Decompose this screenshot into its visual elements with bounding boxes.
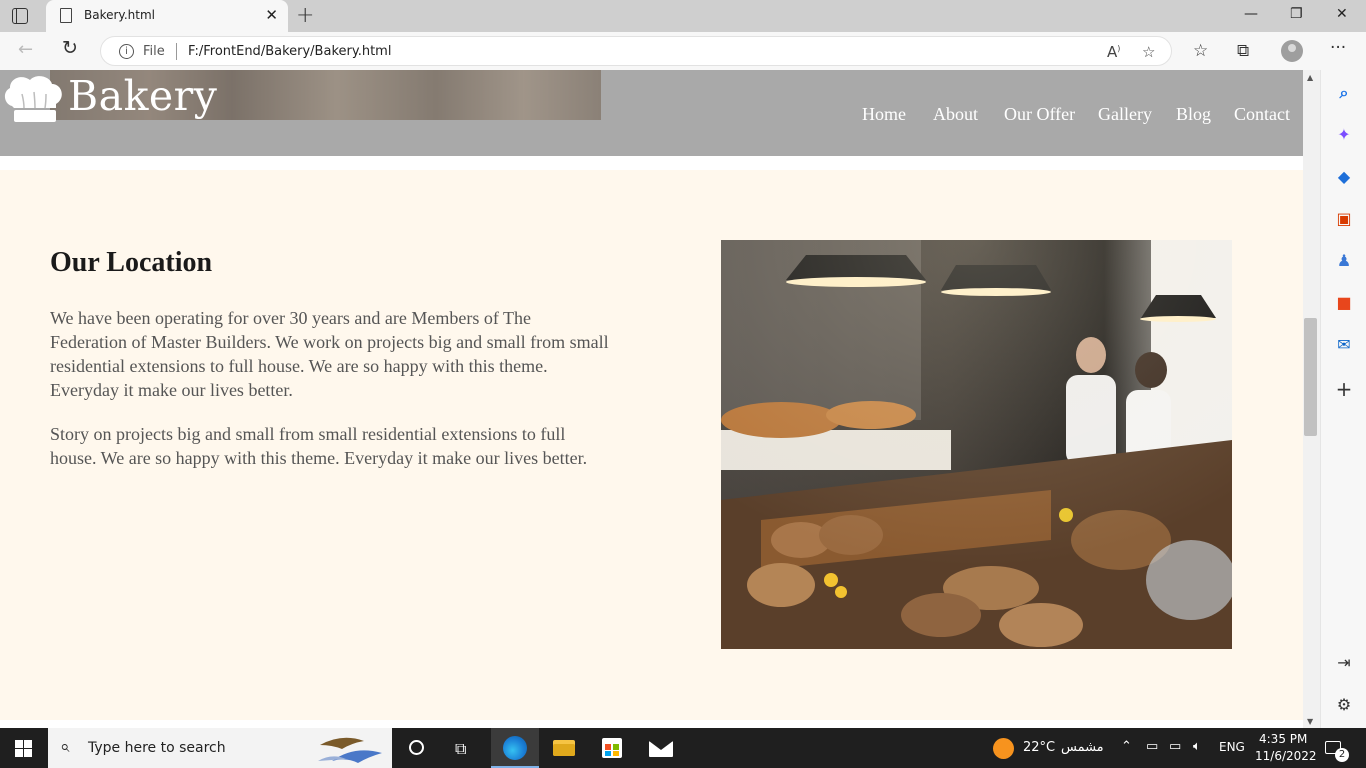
site-header: Bakery Home About Our Offer Gallery Blog… xyxy=(0,70,1303,156)
page-scrollbar[interactable]: ▲ ▼ xyxy=(1303,70,1320,728)
nav-contact[interactable]: Contact xyxy=(1234,104,1290,125)
more-menu-icon[interactable]: ··· xyxy=(1330,38,1346,58)
chef-hat-icon xyxy=(4,76,62,122)
document-icon xyxy=(60,8,72,23)
tab-strip: Bakery.html ✕ + — ❐ ✕ xyxy=(0,0,1366,32)
info-icon[interactable]: i xyxy=(119,44,134,59)
office-icon[interactable]: ■ xyxy=(1334,293,1354,313)
site-brand[interactable]: Bakery xyxy=(68,72,217,120)
search-icon: ⌕ xyxy=(60,737,70,757)
profile-avatar[interactable] xyxy=(1281,40,1303,62)
network-icon[interactable]: ▭ xyxy=(1169,739,1181,754)
section-title: Our Location xyxy=(50,247,213,278)
shopping-tag-icon[interactable]: ◆ xyxy=(1334,167,1354,187)
address-divider xyxy=(176,43,177,60)
minimize-button[interactable]: — xyxy=(1244,6,1258,22)
nav-home[interactable]: Home xyxy=(862,104,906,125)
new-tab-button[interactable]: + xyxy=(296,3,314,28)
nav-gallery[interactable]: Gallery xyxy=(1098,104,1152,125)
location-paragraph-2: Story on projects big and small from sma… xyxy=(50,424,588,468)
taskbar: ⌕ Type here to search ⧉ 22°C مشمس ⌃ ▭ ▭ … xyxy=(0,728,1366,768)
weather-desc[interactable]: مشمس xyxy=(1061,740,1104,755)
task-view-button[interactable]: ⧉ xyxy=(440,728,488,768)
scroll-down-arrow-icon[interactable]: ▼ xyxy=(1307,717,1313,726)
clock-date[interactable]: 11/6/2022 xyxy=(1255,749,1317,763)
hide-sidebar-icon[interactable]: ⇥ xyxy=(1334,653,1354,673)
address-bar[interactable]: i File F:/FrontEnd/Bakery/Bakery.html A)… xyxy=(100,36,1172,66)
file-explorer-icon[interactable] xyxy=(540,728,588,768)
weather-sun-icon[interactable] xyxy=(993,738,1014,759)
nav-our-offer[interactable]: Our Offer xyxy=(1004,104,1075,125)
notification-count-badge: 2 xyxy=(1335,748,1349,762)
tab-bakery[interactable]: Bakery.html ✕ xyxy=(46,0,288,32)
scroll-up-arrow-icon[interactable]: ▲ xyxy=(1307,73,1313,82)
scrollbar-thumb[interactable] xyxy=(1304,318,1317,436)
maximize-button[interactable]: ❐ xyxy=(1290,6,1303,22)
collections-icon[interactable]: ⧉ xyxy=(1237,41,1249,61)
nav-about[interactable]: About xyxy=(933,104,978,125)
meet-now-icon[interactable]: ▭ xyxy=(1146,739,1158,754)
outlook-icon[interactable]: ✉ xyxy=(1334,335,1354,355)
bakery-shop-photo xyxy=(721,240,1232,649)
sidebar-settings-icon[interactable]: ⚙ xyxy=(1334,695,1354,715)
tab-close-icon[interactable]: ✕ xyxy=(265,6,278,24)
windows-start-icon[interactable] xyxy=(15,740,32,757)
location-section: Our Location We have been operating for … xyxy=(0,170,1303,720)
add-favorite-icon[interactable]: ☆ xyxy=(1142,43,1155,61)
add-sidebar-app-icon[interactable]: + xyxy=(1334,379,1354,399)
search-placeholder: Type here to search xyxy=(88,740,226,756)
browser-toolbar: ← ↻ i File F:/FrontEnd/Bakery/Bakery.htm… xyxy=(0,32,1366,70)
cortana-button[interactable] xyxy=(392,728,440,768)
mail-icon[interactable] xyxy=(636,728,684,768)
page-viewport: Bakery Home About Our Offer Gallery Blog… xyxy=(0,70,1303,720)
address-url[interactable]: F:/FrontEnd/Bakery/Bakery.html xyxy=(188,44,391,59)
copilot-icon[interactable]: ✦ xyxy=(1334,125,1354,145)
search-icon[interactable]: ⌕ xyxy=(1334,83,1354,103)
edge-sidebar: ⌕ ✦ ◆ ▣ ♟ ■ ✉ + ⇥ ⚙ xyxy=(1320,70,1366,728)
chevron-up-icon[interactable]: ⌃ xyxy=(1121,739,1132,754)
tab-actions-icon[interactable] xyxy=(12,8,28,24)
close-window-button[interactable]: ✕ xyxy=(1336,6,1348,22)
language-indicator[interactable]: ENG xyxy=(1219,740,1245,754)
read-aloud-icon[interactable]: A) xyxy=(1107,43,1120,61)
games-icon[interactable]: ♟ xyxy=(1334,251,1354,271)
weather-temp[interactable]: 22°C xyxy=(1023,740,1055,755)
clock-time[interactable]: 4:35 PM xyxy=(1259,732,1307,746)
reload-button[interactable]: ↻ xyxy=(62,37,78,59)
nav-blog[interactable]: Blog xyxy=(1176,104,1211,125)
location-paragraph-1: We have been operating for over 30 years… xyxy=(50,308,609,400)
tools-icon[interactable]: ▣ xyxy=(1334,209,1354,229)
edge-taskbar-icon[interactable] xyxy=(491,728,539,768)
address-scheme: File xyxy=(143,44,165,59)
favorites-icon[interactable]: ☆ xyxy=(1193,41,1208,61)
tab-title: Bakery.html xyxy=(84,8,155,22)
volume-icon[interactable]: 🔈︎ xyxy=(1193,739,1201,754)
microsoft-store-icon[interactable] xyxy=(588,728,636,768)
back-button[interactable]: ← xyxy=(18,39,33,60)
search-highlight-art-icon[interactable] xyxy=(312,731,392,765)
